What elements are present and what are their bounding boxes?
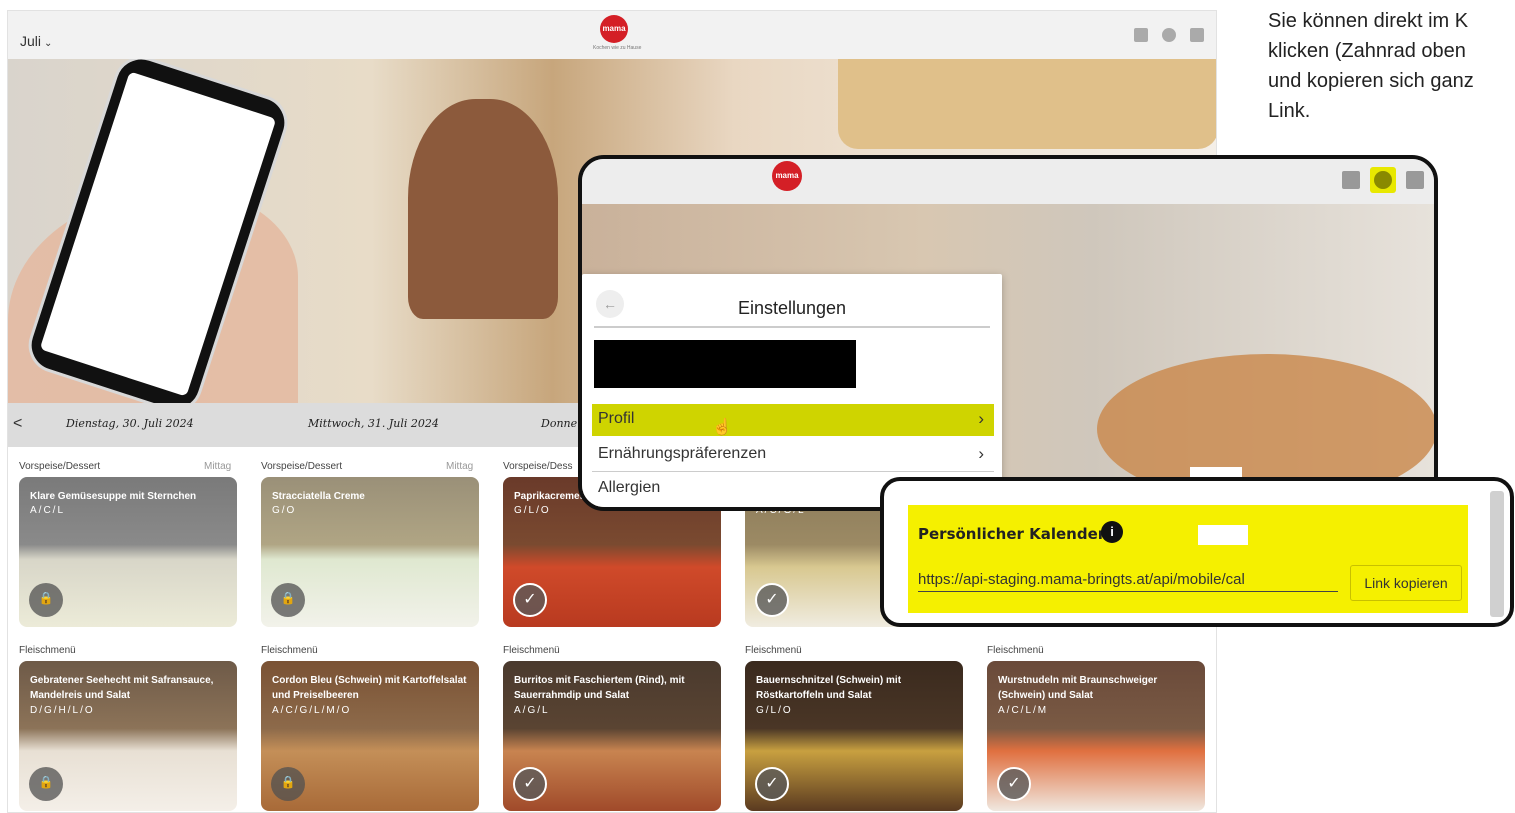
- help-text: Sie können direkt im K klicken (Zahnrad …: [1268, 6, 1515, 126]
- meal-card[interactable]: Wurstnudeln mit Braunschweiger (Schwein)…: [987, 661, 1205, 811]
- meal-title: Klare Gemüsesuppe mit Sternchen: [30, 491, 197, 502]
- category-label: Vorspeise/Dessert: [19, 461, 101, 472]
- lock-icon: 🔒: [29, 767, 63, 801]
- allergen-codes: D/G/H/L/O: [30, 705, 95, 716]
- allergen-codes: G/O: [272, 505, 297, 516]
- category-label: Fleischmenü: [987, 645, 1044, 656]
- help-line: Link.: [1268, 100, 1311, 122]
- chat-icon[interactable]: [1342, 171, 1360, 189]
- scrollbar[interactable]: [1490, 491, 1504, 617]
- settings-item-label: Profil: [598, 410, 635, 427]
- check-icon: ✓: [513, 583, 547, 617]
- help-line: und kopieren sich ganz: [1268, 70, 1474, 92]
- check-icon: ✓: [755, 583, 789, 617]
- allergen-codes: A/C/L/M: [998, 705, 1049, 716]
- meal-card[interactable]: Gebratener Seehecht mit Safransauce, Man…: [19, 661, 237, 811]
- prev-day-button[interactable]: <: [13, 415, 22, 433]
- document-icon[interactable]: [1190, 28, 1204, 42]
- hero-dish: [838, 59, 1216, 149]
- divider: [594, 326, 990, 328]
- lock-icon: 🔒: [271, 583, 305, 617]
- top-icons: [1134, 28, 1204, 42]
- meal-time-label: Mittag: [446, 461, 474, 472]
- meal-card[interactable]: Bauernschnitzel (Schwein) mit Röstkartof…: [745, 661, 963, 811]
- brand-logo[interactable]: mama Kochen wie zu Hause: [593, 15, 642, 57]
- meal-time-label: Mittag: [204, 461, 232, 472]
- chevron-down-icon: ⌄: [44, 38, 53, 49]
- zoom-top-bar: mama: [582, 159, 1434, 204]
- meal-card[interactable]: Klare Gemüsesuppe mit Sternchen A/C/L 🔒: [19, 477, 237, 627]
- info-icon[interactable]: i: [1101, 521, 1123, 543]
- month-selector[interactable]: Juli ⌄: [20, 33, 52, 49]
- chat-icon[interactable]: [1134, 28, 1148, 42]
- category-label: Fleischmenü: [503, 645, 560, 656]
- settings-item-label: Allergien: [598, 479, 661, 496]
- day-label: Mittwoch, 31. Juli 2024: [308, 417, 439, 430]
- settings-item-profil[interactable]: Profil ›: [592, 404, 994, 436]
- settings-item-ernaehrungspraeferenzen[interactable]: Ernährungspräferenzen ›: [592, 439, 994, 471]
- day-label: Donne: [541, 417, 578, 430]
- meal-card[interactable]: Stracciatella Creme G/O 🔒: [261, 477, 479, 627]
- hero-person: [408, 99, 558, 319]
- logo-disc: mama: [600, 15, 628, 43]
- gear-icon: [1374, 171, 1392, 189]
- divider: [592, 471, 994, 472]
- settings-title: Einstellungen: [737, 298, 847, 318]
- copy-link-button[interactable]: Link kopieren: [1350, 565, 1462, 601]
- category-label: Fleischmenü: [19, 645, 76, 656]
- gear-icon-highlighted[interactable]: [1370, 167, 1396, 193]
- check-icon: ✓: [755, 767, 789, 801]
- help-line: klicken (Zahnrad oben: [1268, 40, 1466, 62]
- calendar-zoom-callout: Persönlicher Kalender i https://api-stag…: [880, 477, 1514, 627]
- meal-card[interactable]: Burritos mit Faschiertem (Rind), mit Sau…: [503, 661, 721, 811]
- lock-icon: 🔒: [29, 583, 63, 617]
- brand-logo: mama: [767, 161, 807, 201]
- settings-panel: ← Einstellungen Profil › ☝ Ernährungsprä…: [582, 274, 1002, 507]
- help-line: Sie können direkt im K: [1268, 10, 1469, 32]
- meal-title: Wurstnudeln mit Braunschweiger (Schwein)…: [998, 675, 1158, 701]
- calendar-url-field[interactable]: https://api-staging.mama-bringts.at/api/…: [918, 571, 1338, 592]
- settings-zoom-callout: mama ← Einstellungen Profil › ☝ Ernährun…: [578, 155, 1438, 511]
- day-label: Dienstag, 30. Juli 2024: [66, 417, 194, 430]
- allergen-codes: A/G/L: [514, 705, 550, 716]
- document-icon[interactable]: [1406, 171, 1424, 189]
- logo-tagline: Kochen wie zu Hause: [593, 45, 642, 51]
- allergen-codes: A/C/G/L/M/O: [272, 705, 352, 716]
- meal-title: Cordon Bleu (Schwein) mit Kartoffelsalat…: [272, 675, 467, 701]
- calendar-highlight: Persönlicher Kalender i https://api-stag…: [908, 505, 1468, 613]
- category-label: Vorspeise/Dessert: [261, 461, 343, 472]
- meal-title: Gebratener Seehecht mit Safransauce, Man…: [30, 675, 214, 701]
- top-bar: Juli ⌄ mama Kochen wie zu Hause: [8, 11, 1216, 59]
- calendar-title: Persönlicher Kalender: [918, 525, 1106, 543]
- gear-icon[interactable]: [1162, 28, 1176, 42]
- chevron-right-icon: ›: [978, 409, 984, 428]
- check-icon: ✓: [513, 767, 547, 801]
- allergen-codes: G/L/O: [514, 505, 551, 516]
- chevron-right-icon: ›: [978, 444, 984, 463]
- redacted-box: [1198, 525, 1248, 545]
- meal-card[interactable]: Cordon Bleu (Schwein) mit Kartoffelsalat…: [261, 661, 479, 811]
- logo-disc: mama: [772, 161, 802, 191]
- category-label: Fleischmenü: [745, 645, 802, 656]
- allergen-codes: A/C/L: [30, 505, 66, 516]
- lock-icon: 🔒: [271, 767, 305, 801]
- check-icon: ✓: [997, 767, 1031, 801]
- redacted-block: [594, 340, 856, 388]
- month-label: Juli: [20, 33, 42, 49]
- meal-title: Stracciatella Creme: [272, 491, 365, 502]
- pointer-cursor-icon: ☝: [712, 419, 732, 436]
- category-label: Fleischmenü: [261, 645, 318, 656]
- zoom-top-icons: [1342, 167, 1424, 193]
- allergen-codes: G/L/O: [756, 705, 793, 716]
- settings-item-label: Ernährungspräferenzen: [598, 445, 767, 462]
- category-label: Vorspeise/Dess: [503, 461, 573, 472]
- meal-title: Burritos mit Faschiertem (Rind), mit Sau…: [514, 675, 685, 701]
- meal-title: Bauernschnitzel (Schwein) mit Röstkartof…: [756, 675, 902, 701]
